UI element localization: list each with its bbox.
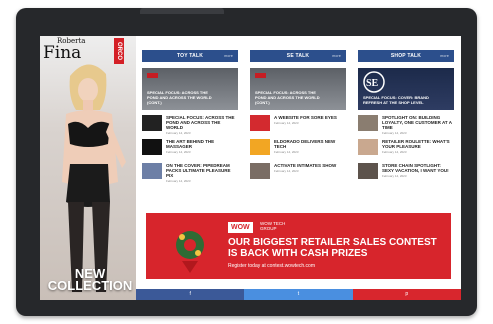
screen: Roberta Fina ORCO NEW COLLECTION TOY TAL…: [40, 36, 461, 300]
column-toy-talk: TOY TALK more SPECIAL FOCUS: ACROSS THE …: [142, 50, 238, 183]
wow-badge: WOW: [228, 222, 253, 233]
feature-title: SPECIAL FOCUS: COVER: BRAND REFRESH AT T…: [363, 95, 429, 105]
column-title: SE TALK: [286, 53, 310, 59]
more-link[interactable]: more: [224, 50, 233, 62]
feature-tag: [255, 73, 266, 78]
feature-tag: [147, 73, 158, 78]
tablet-power-button: [140, 8, 224, 14]
article-title: A WEBSITE FOR SORE EYES: [274, 115, 337, 120]
article-title: ELDORADO DELIVERS NEW TECH: [274, 139, 336, 149]
list-item[interactable]: ELDORADO DELIVERS NEW TECH February 14, 2…: [250, 138, 346, 158]
article-title: SPOTLIGHT ON: BUILDING LOYALTY, ONE CUST…: [382, 115, 452, 130]
contest-banner-ad[interactable]: WOW WOW TECH GROUP OUR BIGGEST RETAILER …: [146, 213, 451, 279]
list-item[interactable]: STORE CHAIN SPOTLIGHT: SEXY VACATION, I …: [358, 162, 454, 182]
pinterest-share-button[interactable]: p: [352, 289, 461, 300]
article-date: February 14, 2023: [274, 121, 299, 125]
column-title: SHOP TALK: [390, 53, 422, 59]
column-shop-talk: SHOP TALK more SE SPECIAL FOCUS: COVER: …: [358, 50, 454, 182]
article-title: SPECIAL FOCUS: ACROSS THE POND AND ACROS…: [166, 115, 235, 130]
side-advertisement[interactable]: Roberta Fina ORCO NEW COLLECTION: [40, 36, 136, 300]
article-date: February 14, 2023: [166, 150, 191, 154]
column-header[interactable]: SE TALK more: [250, 50, 346, 62]
article-date: February 14, 2023: [166, 179, 191, 183]
article-date: February 14, 2023: [382, 174, 407, 178]
wow-group-label: WOW TECH GROUP: [260, 221, 286, 231]
article-title: THE ART BEHIND THE MASSAGER: [166, 139, 215, 149]
article-thumbnail: [142, 139, 162, 155]
feature-title: SPECIAL FOCUS: ACROSS THE POND AND ACROS…: [147, 90, 212, 105]
article-title: STORE CHAIN SPOTLIGHT: SEXY VACATION, I …: [382, 163, 449, 173]
banner-register-text: Register today at contest.wowtech.com: [228, 263, 315, 269]
article-thumbnail: [142, 115, 162, 131]
twitter-share-button[interactable]: t: [244, 289, 353, 300]
column-se-talk: SE TALK more SPECIAL FOCUS: ACROSS THE P…: [250, 50, 346, 182]
article-thumbnail: [250, 163, 270, 179]
social-share-bar: f t p: [136, 289, 461, 300]
feature-article[interactable]: SE SPECIAL FOCUS: COVER: BRAND REFRESH A…: [358, 68, 454, 110]
svg-text:SE: SE: [366, 78, 379, 89]
article-date: February 14, 2023: [166, 131, 191, 135]
list-item[interactable]: SPECIAL FOCUS: ACROSS THE POND AND ACROS…: [142, 114, 238, 135]
list-item[interactable]: A WEBSITE FOR SORE EYES February 14, 2023: [250, 114, 346, 134]
article-thumbnail: [358, 163, 378, 179]
banner-headline: OUR BIGGEST RETAILER SALES CONTEST IS BA…: [228, 237, 437, 259]
article-title: ON THE COVER: PIPEDREAM PACKS ULTIMATE P…: [166, 163, 231, 178]
facebook-share-button[interactable]: f: [136, 289, 245, 300]
se-logo-icon: SE: [363, 71, 385, 93]
feature-article[interactable]: SPECIAL FOCUS: ACROSS THE POND AND ACROS…: [142, 68, 238, 110]
article-thumbnail: [250, 115, 270, 131]
article-title: RETAILER ROULETTE: WHAT'S YOUR PLEASURE: [382, 139, 450, 149]
more-link[interactable]: more: [440, 50, 449, 62]
more-link[interactable]: more: [332, 50, 341, 62]
list-item[interactable]: ON THE COVER: PIPEDREAM PACKS ULTIMATE P…: [142, 162, 238, 183]
ad-collection-text: NEW COLLECTION: [47, 266, 133, 293]
holiday-wreath-icon: [176, 231, 204, 273]
article-thumbnail: [358, 115, 378, 131]
article-date: February 14, 2023: [274, 150, 299, 154]
feature-title: SPECIAL FOCUS: ACROSS THE POND AND ACROS…: [255, 90, 320, 105]
list-item[interactable]: SPOTLIGHT ON: BUILDING LOYALTY, ONE CUST…: [358, 114, 454, 135]
column-title: TOY TALK: [176, 53, 204, 59]
list-item[interactable]: ACTIVATE INTIMATES SHOW February 14, 2023: [250, 162, 346, 182]
article-title: ACTIVATE INTIMATES SHOW: [274, 163, 337, 168]
ad-model-image: [62, 64, 126, 292]
column-header[interactable]: SHOP TALK more: [358, 50, 454, 62]
article-thumbnail: [250, 139, 270, 155]
article-date: February 14, 2023: [382, 150, 407, 154]
feature-article[interactable]: SPECIAL FOCUS: ACROSS THE POND AND ACROS…: [250, 68, 346, 110]
column-header[interactable]: TOY TALK more: [142, 50, 238, 62]
article-thumbnail: [358, 139, 378, 155]
article-date: February 14, 2023: [382, 131, 407, 135]
article-thumbnail: [142, 163, 162, 179]
list-item[interactable]: THE ART BEHIND THE MASSAGER February 14, …: [142, 138, 238, 158]
list-item[interactable]: RETAILER ROULETTE: WHAT'S YOUR PLEASURE F…: [358, 138, 454, 158]
article-date: February 14, 2023: [274, 169, 299, 173]
